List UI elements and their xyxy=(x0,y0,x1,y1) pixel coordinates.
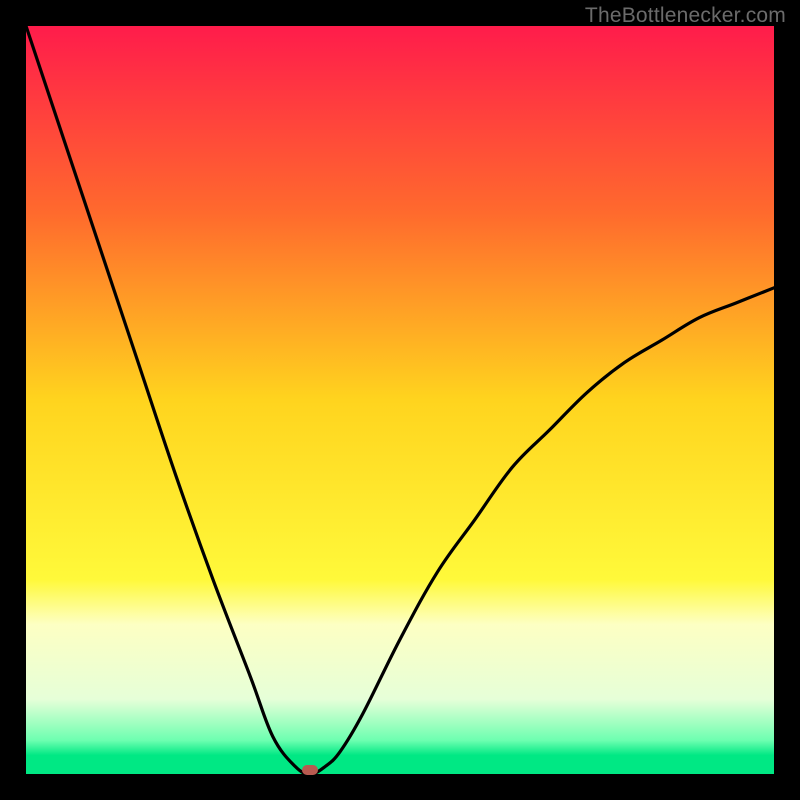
minimum-marker xyxy=(302,765,318,775)
chart-container: TheBottlenecker.com xyxy=(0,0,800,800)
gradient-background xyxy=(26,26,774,774)
chart-svg xyxy=(26,26,774,774)
plot-area xyxy=(26,26,774,774)
watermark-text: TheBottlenecker.com xyxy=(585,4,786,28)
